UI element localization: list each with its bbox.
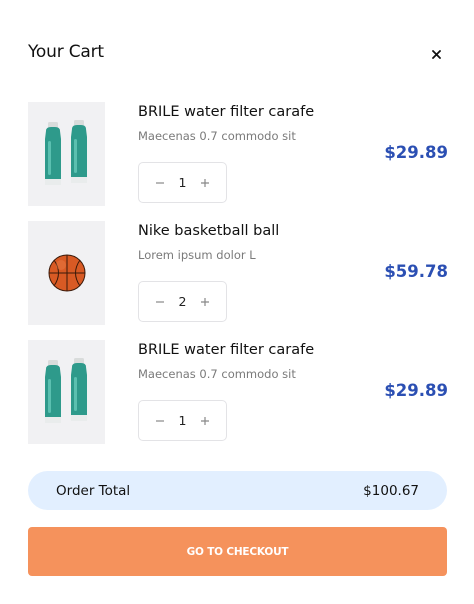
- close-button[interactable]: [424, 42, 448, 66]
- increase-button[interactable]: [198, 176, 212, 190]
- minus-icon: [156, 300, 164, 303]
- product-thumbnail: [28, 102, 105, 206]
- item-name: BRILE water filter carafe: [138, 342, 315, 358]
- water-bottle-image: [44, 120, 87, 185]
- plus-icon: [200, 178, 209, 187]
- item-name: Nike basketball ball: [138, 223, 280, 239]
- quantity-stepper: 1: [138, 162, 227, 203]
- minus-icon: [156, 181, 164, 184]
- product-thumbnail: [28, 340, 105, 444]
- quantity-value: 2: [178, 294, 187, 309]
- cart-item: BRILE water filter carafe Maecenas 0.7 c…: [28, 102, 448, 206]
- checkout-button[interactable]: GO TO CHECKOUT: [28, 527, 447, 576]
- order-total-label: Order Total: [56, 482, 131, 499]
- decrease-button[interactable]: [153, 414, 167, 428]
- checkout-label: GO TO CHECKOUT: [186, 545, 289, 558]
- basketball-image: [48, 254, 85, 292]
- quantity-stepper: 2: [138, 281, 227, 322]
- item-description: Maecenas 0.7 commodo sit: [138, 129, 296, 143]
- item-price: $29.89: [384, 143, 448, 162]
- item-description: Lorem ipsum dolor L: [138, 248, 256, 262]
- decrease-button[interactable]: [153, 176, 167, 190]
- quantity-value: 1: [178, 175, 187, 190]
- water-bottle-image: [44, 358, 87, 423]
- cart-item: BRILE water filter carafe Maecenas 0.7 c…: [28, 340, 448, 444]
- quantity-value: 1: [178, 413, 187, 428]
- order-total-bar: Order Total $100.67: [28, 471, 447, 510]
- quantity-stepper: 1: [138, 400, 227, 441]
- cart-item: Nike basketball ball Lorem ipsum dolor L…: [28, 221, 448, 325]
- plus-icon: [200, 416, 209, 425]
- product-thumbnail: [28, 221, 105, 325]
- increase-button[interactable]: [198, 414, 212, 428]
- decrease-button[interactable]: [153, 295, 167, 309]
- close-icon: [431, 49, 441, 59]
- item-price: $29.89: [384, 381, 448, 400]
- item-name: BRILE water filter carafe: [138, 104, 315, 120]
- item-price: $59.78: [384, 262, 448, 281]
- cart-header: Your Cart: [28, 42, 448, 66]
- order-total-value: $100.67: [363, 482, 419, 499]
- plus-icon: [200, 297, 209, 306]
- page-title: Your Cart: [28, 42, 104, 62]
- increase-button[interactable]: [198, 295, 212, 309]
- item-description: Maecenas 0.7 commodo sit: [138, 367, 296, 381]
- minus-icon: [156, 419, 164, 422]
